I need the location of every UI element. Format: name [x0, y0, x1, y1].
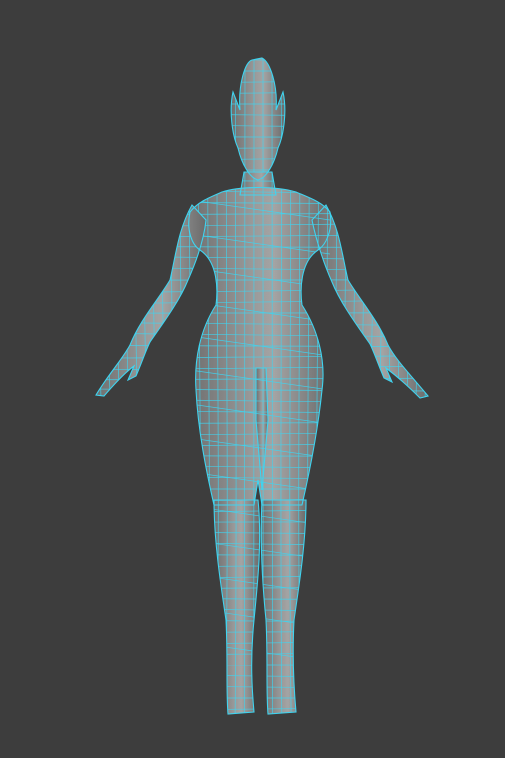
- edge-loop: [96, 564, 428, 568]
- edge-diagonal: [189, 607, 331, 629]
- edge-flow: [141, 58, 148, 714]
- edge-flow: [325, 58, 329, 714]
- character-wireframe-mesh[interactable]: [0, 0, 505, 758]
- edge-flow: [423, 58, 428, 714]
- edge-flow: [334, 58, 339, 714]
- mesh-surface: [96, 58, 428, 714]
- edge-flow: [159, 58, 165, 714]
- edge-loop: [96, 508, 428, 514]
- edge-loop: [96, 652, 428, 656]
- viewport-3d[interactable]: [0, 0, 505, 758]
- edge-loop: [96, 574, 428, 580]
- edge-flow: [150, 58, 157, 714]
- edge-loop: [96, 640, 428, 646]
- edge-loop: [96, 630, 428, 634]
- head-crest-surface: [231, 58, 285, 180]
- left-leg-surface: [214, 500, 260, 714]
- edge-flow: [387, 58, 395, 714]
- edge-loop: [96, 597, 428, 601]
- edge-flow: [360, 58, 367, 714]
- edge-loop: [96, 673, 428, 679]
- edge-loop: [96, 136, 428, 138]
- edge-flow: [378, 58, 386, 714]
- edge-diagonal: [189, 641, 331, 663]
- edge-flow: [113, 58, 121, 714]
- edge-flow: [169, 58, 174, 714]
- edge-flow: [131, 58, 139, 714]
- edge-flow: [369, 58, 376, 714]
- edge-loop: [96, 607, 428, 613]
- edge-loop: [96, 684, 428, 690]
- right-arm-surface: [312, 205, 428, 398]
- edge-loop: [96, 619, 428, 623]
- edge-flow: [396, 58, 404, 714]
- edge-loop: [96, 586, 428, 590]
- edge-loop: [96, 246, 428, 248]
- edge-loop: [96, 521, 428, 523]
- edge-flow: [85, 55, 93, 720]
- edge-loop: [96, 706, 428, 712]
- edge-flow: [343, 58, 348, 714]
- edge-loop: [96, 455, 428, 457]
- edge-diagonal: [189, 573, 331, 595]
- edge-flow: [187, 58, 192, 714]
- edge-loop: [96, 554, 428, 556]
- edge-flow: [178, 58, 183, 714]
- edge-flow: [122, 58, 130, 714]
- edge-loop: [96, 664, 428, 666]
- edge-loop: [96, 497, 428, 503]
- edge-flow: [352, 58, 358, 714]
